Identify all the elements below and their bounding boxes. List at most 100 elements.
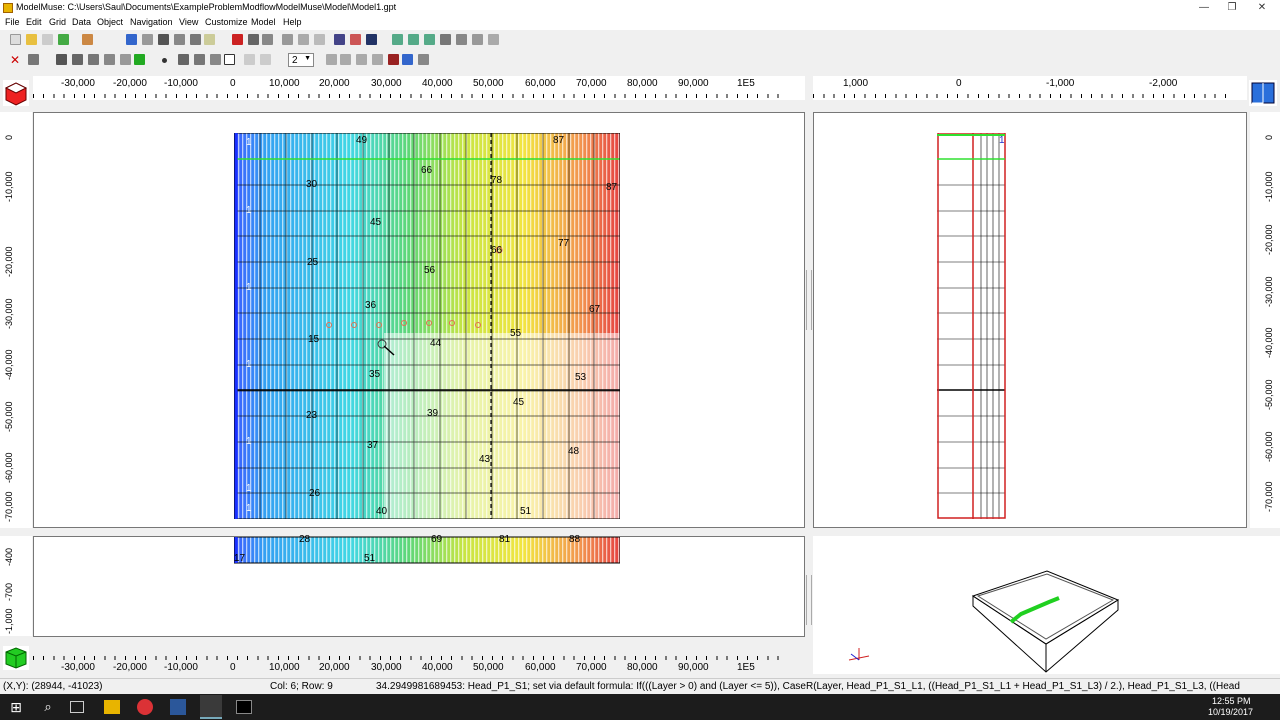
zoom-in-icon[interactable] — [392, 34, 403, 45]
top-view-pane[interactable]: 49 87 66 78 87 30 45 77 66 25 56 36 67 1… — [33, 112, 805, 528]
pan-icon[interactable] — [440, 34, 451, 45]
grid-icon[interactable] — [88, 54, 99, 65]
delete-vertex-icon[interactable] — [314, 34, 325, 45]
front-splitter[interactable] — [806, 575, 812, 625]
ruler-tick: -1,000 — [1046, 78, 1075, 89]
top-view-cube-icon[interactable] — [3, 80, 29, 106]
ruler-tick: -50,000 — [1264, 379, 1274, 410]
copy-icon[interactable] — [174, 34, 185, 45]
move-icon[interactable] — [334, 34, 345, 45]
ruler-tick: -10,000 — [164, 78, 198, 89]
rotate-icon[interactable] — [472, 34, 483, 45]
measure-icon[interactable] — [204, 34, 215, 45]
select-point-icon[interactable] — [248, 34, 259, 45]
menu-view[interactable]: View — [179, 17, 198, 27]
lasso-icon[interactable] — [262, 34, 273, 45]
add-vertex-icon[interactable] — [298, 34, 309, 45]
ruler-tick: -20,000 — [113, 662, 147, 673]
cut-icon[interactable] — [158, 34, 169, 45]
zoom-extent-icon[interactable] — [424, 34, 435, 45]
start-windows-icon[interactable]: ⊞ — [6, 697, 26, 717]
front-contour-label: 51 — [364, 553, 376, 564]
rectangle-object-icon[interactable] — [224, 54, 235, 65]
ruler-tick: 50,000 — [473, 662, 504, 673]
layer-up-icon[interactable] — [244, 54, 255, 65]
subdivide-icon[interactable] — [104, 54, 115, 65]
view-side-icon[interactable] — [356, 54, 367, 65]
menu-data[interactable]: Data — [72, 17, 91, 27]
menu-navigation[interactable]: Navigation — [130, 17, 173, 27]
color-cells-icon[interactable] — [402, 54, 413, 65]
restore-view-icon[interactable] — [488, 34, 499, 45]
front-section[interactable] — [234, 537, 620, 564]
save-icon[interactable] — [42, 34, 53, 45]
add-column-icon[interactable] — [28, 54, 39, 65]
front-view-cube-icon[interactable] — [3, 646, 29, 670]
menu-grid[interactable]: Grid — [49, 17, 66, 27]
ruler-tick: 10,000 — [269, 662, 300, 673]
menu-help[interactable]: Help — [283, 17, 302, 27]
front-view-pane[interactable]: 28 69 81 88 51 17 — [33, 534, 805, 637]
minimize-button[interactable]: — — [1190, 0, 1218, 16]
model-grid[interactable] — [234, 133, 620, 519]
contour-label: 51 — [520, 506, 532, 517]
menu-object[interactable]: Object — [97, 17, 123, 27]
maximize-button[interactable]: ❐ — [1218, 0, 1246, 16]
zoom-out-icon[interactable] — [408, 34, 419, 45]
side-view-pane[interactable]: 1 — [813, 112, 1247, 528]
polygon-object-icon[interactable] — [194, 54, 205, 65]
side-view-cube-icon[interactable] — [1249, 80, 1277, 106]
paste-icon[interactable] — [190, 34, 201, 45]
view-front-icon[interactable] — [340, 54, 351, 65]
open-file-icon[interactable] — [26, 34, 37, 45]
view-3d-icon[interactable] — [372, 54, 383, 65]
show-contours-icon[interactable] — [388, 54, 399, 65]
menu-file[interactable]: File — [5, 17, 20, 27]
layer-select[interactable]: 2 ▼ — [288, 53, 314, 67]
ruler-tick: 20,000 — [319, 662, 350, 673]
grid-spacing-icon[interactable] — [72, 54, 83, 65]
view-top-icon[interactable] — [326, 54, 337, 65]
ruler-tick: 10,000 — [269, 78, 300, 89]
file-explorer-icon[interactable] — [104, 700, 120, 714]
ruler-tick: -20,000 — [113, 78, 147, 89]
info-icon[interactable] — [366, 34, 377, 45]
straight-line-icon[interactable] — [210, 54, 221, 65]
run-icon[interactable] — [58, 34, 69, 45]
print-icon[interactable] — [142, 34, 153, 45]
3d-model[interactable] — [813, 536, 1280, 674]
ruler-tick: 1E5 — [737, 662, 755, 673]
new-file-icon[interactable] — [10, 34, 21, 45]
close-button[interactable]: ✕ — [1248, 0, 1276, 16]
menu-customize[interactable]: Customize — [205, 17, 248, 27]
layer-down-icon[interactable] — [260, 54, 271, 65]
side-grid[interactable] — [937, 133, 1007, 519]
task-view-icon[interactable] — [70, 701, 84, 713]
generate-grid-icon[interactable] — [120, 54, 131, 65]
3d-view-pane[interactable] — [813, 536, 1280, 674]
ruler-tick: 60,000 — [525, 662, 556, 673]
save-disk-icon[interactable] — [126, 34, 137, 45]
word-icon[interactable] — [170, 699, 186, 715]
zoom-window-icon[interactable] — [456, 34, 467, 45]
vertex-icon[interactable] — [282, 34, 293, 45]
line-object-icon[interactable] — [178, 54, 189, 65]
chrome-icon[interactable] — [137, 699, 153, 715]
menu-model[interactable]: Model — [251, 17, 276, 27]
modelmuse-taskbar-icon[interactable] — [200, 695, 222, 719]
command-prompt-icon[interactable] — [236, 700, 252, 714]
add-point-icon[interactable] — [134, 54, 145, 65]
row-marker: 1 — [246, 137, 252, 148]
contour-label: 56 — [424, 265, 436, 276]
menu-edit[interactable]: Edit — [26, 17, 42, 27]
color-grid-icon[interactable] — [350, 34, 361, 45]
front-contour-label: 81 — [499, 534, 511, 545]
import-icon[interactable] — [82, 34, 93, 45]
search-icon[interactable]: ⌕ — [38, 697, 58, 717]
add-row-icon[interactable] — [56, 54, 67, 65]
vertical-splitter[interactable] — [806, 270, 812, 330]
point-object-icon[interactable] — [162, 58, 167, 63]
delete-icon[interactable]: ✕ — [10, 53, 20, 67]
grid-lines-icon[interactable] — [418, 54, 429, 65]
select-arrow-icon[interactable] — [232, 34, 243, 45]
